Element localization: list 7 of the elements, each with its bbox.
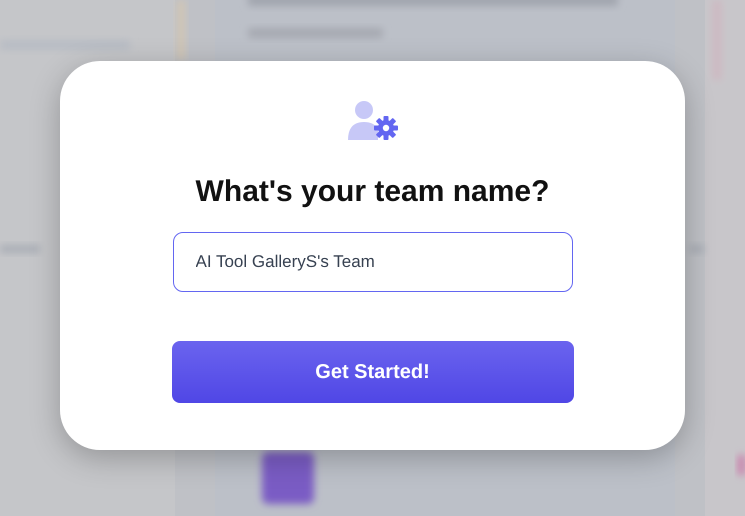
- blurred-stripe: [177, 0, 185, 60]
- team-name-field[interactable]: AI Tool GalleryS's Team: [172, 232, 572, 292]
- dialog-title: What's your team name?: [196, 174, 550, 210]
- side-marker: [738, 455, 745, 475]
- get-started-button[interactable]: Get Started!: [172, 341, 574, 403]
- user-gear-icon: [346, 100, 398, 140]
- app-tile: [262, 452, 314, 504]
